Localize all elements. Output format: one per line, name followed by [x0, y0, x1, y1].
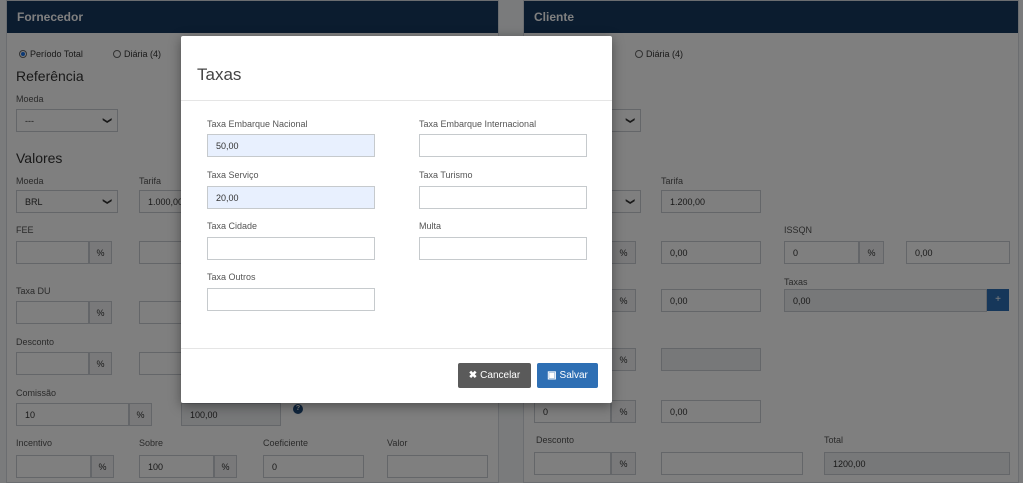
modal-title: Taxas: [197, 65, 242, 84]
taxa-turismo-input[interactable]: [419, 186, 587, 209]
taxa-cidade-label: Taxa Cidade: [207, 221, 258, 231]
taxas-modal: Taxas Taxa Embarque Nacional 50,00 Taxa …: [181, 36, 612, 403]
taxa-cidade-input[interactable]: [207, 237, 375, 260]
taxa-outros-input[interactable]: [207, 288, 375, 311]
taxa-servico-input[interactable]: 20,00: [207, 186, 375, 209]
taxa-embarque-internacional-input[interactable]: [419, 134, 587, 157]
taxa-outros-label: Taxa Outros: [207, 272, 256, 282]
taxa-embarque-internacional-label: Taxa Embarque Internacional: [419, 119, 537, 129]
multa-label: Multa: [419, 221, 442, 231]
taxa-embarque-nacional-input[interactable]: 50,00: [207, 134, 375, 157]
modal-header-divider: [181, 100, 612, 101]
close-icon: ✖: [468, 370, 478, 381]
save-button[interactable]: ▣ Salvar: [537, 363, 598, 388]
cancel-button[interactable]: ✖ Cancelar: [458, 363, 531, 388]
multa-input[interactable]: [419, 237, 587, 260]
taxa-servico-label: Taxa Serviço: [207, 170, 259, 180]
floppy-disk-icon: ▣: [547, 370, 557, 381]
taxa-embarque-nacional-label: Taxa Embarque Nacional: [207, 119, 308, 129]
taxa-turismo-label: Taxa Turismo: [419, 170, 473, 180]
modal-footer-divider: [181, 348, 612, 349]
